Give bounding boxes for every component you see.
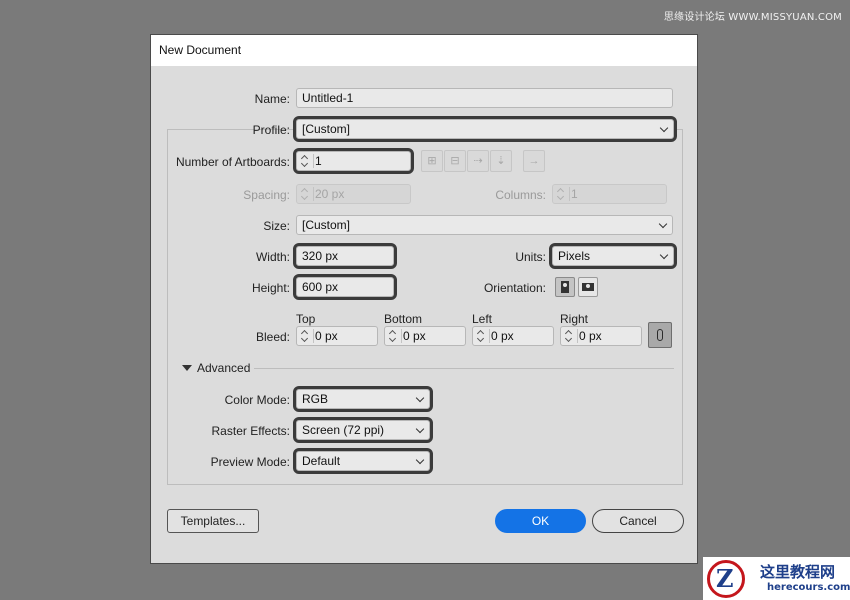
advanced-divider (254, 368, 674, 369)
chevron-down-icon (415, 424, 425, 434)
color-mode-label: Color Mode: (224, 393, 290, 407)
templates-button[interactable]: Templates... (167, 509, 259, 533)
ok-button[interactable]: OK (495, 509, 586, 533)
stepper-arrows-icon[interactable] (299, 328, 311, 345)
grid-by-row-icon[interactable]: ⊞ (421, 150, 443, 172)
stepper-divider (569, 187, 570, 201)
units-value: Pixels (558, 249, 591, 263)
bleed-top-stepper[interactable]: 0 px (296, 326, 378, 346)
preview-mode-select[interactable]: Default (293, 448, 433, 474)
bleed-bottom-label: Bottom (384, 312, 423, 326)
name-input[interactable]: Untitled-1 (296, 88, 673, 108)
color-mode-value: RGB (302, 392, 329, 406)
raster-effects-value: Screen (72 ppi) (302, 423, 385, 437)
size-value: [Custom] (302, 218, 351, 232)
watermark-title: 这里教程网 (760, 563, 836, 581)
watermark-logo: Z (707, 560, 745, 598)
spacing-label: Spacing: (243, 188, 290, 202)
stepper-arrows-icon[interactable] (387, 328, 399, 345)
grid-by-column-icon[interactable]: ⊟ (444, 150, 466, 172)
bleed-left-stepper[interactable]: 0 px (472, 326, 554, 346)
spacing-stepper: 20 px (296, 184, 411, 204)
bleed-bottom-stepper[interactable]: 0 px (384, 326, 466, 346)
raster-effects-select[interactable]: Screen (72 ppi) (293, 417, 433, 443)
bleed-label: Bleed: (255, 330, 290, 344)
right-to-left-icon[interactable]: → (523, 150, 545, 172)
watermark-top: 思缘设计论坛 WWW.MISSYUAN.COM (663, 12, 842, 23)
size-label: Size: (263, 219, 290, 233)
width-label: Width: (255, 250, 290, 264)
triangle-down-icon[interactable] (182, 365, 192, 371)
bleed-top-value: 0 px (315, 329, 338, 343)
bleed-bottom-value: 0 px (403, 329, 426, 343)
stepper-arrows-icon[interactable] (563, 328, 575, 345)
link-icon (657, 329, 663, 341)
link-bleed-toggle[interactable] (648, 322, 672, 348)
profile-select[interactable]: [Custom] (293, 116, 677, 142)
bleed-top-label: Top (296, 312, 316, 326)
name-label: Name: (254, 92, 290, 106)
arrange-by-column-icon[interactable]: ⇣ (490, 150, 512, 172)
width-input[interactable]: 320 px (293, 243, 397, 269)
artboards-stepper[interactable]: 1 (293, 148, 414, 174)
stepper-arrows-icon[interactable] (475, 328, 487, 345)
columns-stepper: 1 (552, 184, 667, 204)
chevron-down-icon (415, 393, 425, 403)
stepper-divider (313, 187, 314, 201)
watermark-logo-letter: Z (716, 564, 734, 593)
preview-mode-label: Preview Mode: (210, 455, 290, 469)
preview-mode-value: Default (302, 454, 341, 468)
spacing-value: 20 px (315, 187, 345, 201)
stepper-arrows-icon (299, 186, 311, 203)
portrait-orientation-button[interactable] (555, 277, 575, 297)
chevron-down-icon (659, 123, 669, 133)
units-label: Units: (515, 250, 546, 264)
columns-label: Columns: (495, 188, 546, 202)
stepper-arrows-icon (555, 186, 567, 203)
cancel-button[interactable]: Cancel (592, 509, 684, 533)
bleed-right-stepper[interactable]: 0 px (560, 326, 642, 346)
arrange-by-row-icon[interactable]: ⇢ (467, 150, 489, 172)
landscape-orientation-button[interactable] (578, 277, 598, 297)
stepper-arrows-icon[interactable] (299, 153, 311, 170)
bleed-right-value: 0 px (579, 329, 602, 343)
units-select[interactable]: Pixels (549, 243, 677, 269)
profile-value: [Custom] (302, 122, 351, 136)
title-bar: New Document (151, 35, 697, 66)
bleed-right-label: Right (560, 312, 589, 326)
watermark-url: herecours.com (767, 582, 850, 593)
watermark-bottom: Z 这里教程网 herecours.com (703, 557, 850, 600)
dialog-title: New Document (159, 43, 242, 57)
chevron-down-icon (658, 219, 668, 229)
chevron-down-icon (659, 250, 669, 260)
height-input[interactable]: 600 px (293, 274, 397, 300)
size-select[interactable]: [Custom] (296, 215, 673, 235)
height-label: Height: (251, 281, 290, 295)
bleed-left-label: Left (472, 312, 493, 326)
new-document-dialog: New Document Name: Untitled-1 Profile: [… (150, 34, 698, 564)
columns-value: 1 (571, 187, 578, 201)
profile-label: Profile: (252, 123, 290, 137)
advanced-toggle[interactable]: Advanced (197, 361, 250, 375)
artboards-value: 1 (315, 154, 322, 168)
orientation-label: Orientation: (483, 281, 546, 295)
stepper-divider (313, 154, 314, 168)
chevron-down-icon (415, 455, 425, 465)
raster-effects-label: Raster Effects: (211, 424, 290, 438)
artboards-label: Number of Artboards: (175, 155, 290, 169)
color-mode-select[interactable]: RGB (293, 386, 433, 412)
bleed-left-value: 0 px (491, 329, 514, 343)
